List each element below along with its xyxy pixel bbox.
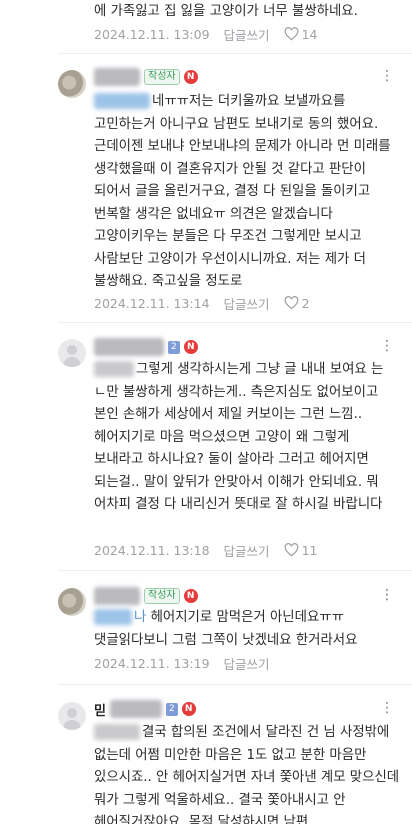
more-options-button[interactable]: ⋮ (380, 700, 395, 716)
redacted-mention (94, 609, 132, 625)
more-options-button[interactable]: ⋮ (380, 68, 395, 84)
comment-text: 네ㅠㅠ저는 더키울까요 보낼까요를 고민하는거 아니구요 남편도 보내기로 동의… (94, 91, 400, 294)
redacted-mention (94, 724, 140, 740)
comment-date: 2024.12.11. 13:14 (94, 295, 210, 311)
reply-button[interactable]: 답글쓰기 (224, 541, 270, 560)
comment-body: 그렇게 생각하시는게 그냥 글 내내 보여요 는 ㄴ만 불쌍하게 생각하는게..… (94, 362, 384, 512)
comment-divider (58, 684, 412, 685)
redacted-mention (94, 93, 150, 109)
comment-author[interactable]: 믿 2 N (94, 698, 196, 720)
new-badge: N (183, 70, 198, 84)
heart-icon (284, 543, 298, 557)
comment-text: 에 가족잃고 집 잃을 고양이가 너무 불쌍하네요. (94, 4, 358, 19)
comment-divider (58, 570, 412, 571)
reply-button[interactable]: 답글쓰기 (224, 294, 270, 313)
more-options-button[interactable]: ⋮ (380, 338, 395, 354)
comment-meta: 2024.12.11. 13:14 답글쓰기 2 (94, 293, 310, 313)
comment-text: 그렇게 생각하시는게 그냥 글 내내 보여요 는 ㄴ만 불쌍하게 생각하는게..… (94, 359, 400, 517)
like-button[interactable]: 14 (284, 26, 318, 42)
comment-meta: 2024.12.11. 13:19 답글쓰기 (94, 653, 284, 673)
comment-date: 2024.12.11. 13:19 (94, 655, 210, 671)
reply-button[interactable]: 답글쓰기 (224, 654, 270, 673)
avatar[interactable] (58, 702, 86, 730)
author-badge: 작성자 (144, 69, 180, 85)
like-count: 14 (301, 26, 318, 42)
redacted-name (94, 338, 164, 356)
avatar[interactable] (58, 339, 86, 367)
level-badge: 2 (168, 340, 180, 354)
like-button[interactable]: 2 (284, 296, 310, 311)
comment-text: 결국 합의된 조건에서 달라진 건 님 사정밖에 없는데 어쩜 미안한 마음은 … (94, 722, 400, 824)
redacted-mention (94, 361, 134, 377)
new-badge: N (181, 702, 196, 716)
comment-date: 2024.12.11. 13:18 (94, 542, 210, 558)
redacted-name (109, 700, 162, 718)
author-badge: 작성자 (144, 588, 180, 604)
comment-body: 네ㅠㅠ저는 더키울까요 보낼까요를 고민하는거 아니구요 남편도 보내기로 동의… (94, 94, 391, 289)
heart-icon (284, 27, 298, 41)
comment-text: 나 헤어지기로 맘먹은거 아닌데요ㅠㅠ 댓글읽다보니 그럼 그쪽이 낫겠네요 한… (94, 607, 400, 652)
comment-date: 2024.12.11. 13:09 (94, 26, 210, 42)
avatar[interactable] (58, 588, 86, 616)
comment-meta: 2024.12.11. 13:09 답글쓰기 14 (94, 24, 317, 44)
comment-name-fragment: 나 (134, 610, 147, 625)
level-badge: 2 (165, 702, 178, 716)
like-button[interactable]: 11 (284, 542, 318, 558)
more-options-button[interactable]: ⋮ (380, 587, 395, 603)
comment-author[interactable]: 작성자 N (94, 66, 198, 88)
comment-divider (58, 53, 412, 54)
comment-body: 결국 합의된 조건에서 달라진 건 님 사정밖에 없는데 어쩜 미안한 마음은 … (94, 725, 400, 824)
new-badge: N (183, 589, 198, 603)
heart-icon (284, 296, 298, 310)
avatar[interactable] (58, 70, 86, 98)
reply-button[interactable]: 답글쓰기 (224, 25, 270, 44)
comment-meta: 2024.12.11. 13:18 답글쓰기 11 (94, 540, 317, 560)
redacted-name (94, 587, 140, 605)
new-badge: N (183, 340, 198, 354)
comment-divider (58, 322, 412, 323)
like-count: 11 (301, 542, 318, 558)
comment-author[interactable]: 작성자 N (94, 585, 198, 607)
comment-author[interactable]: 2 N (94, 336, 198, 358)
like-count: 2 (301, 295, 310, 311)
author-name-fragment: 믿 (94, 703, 106, 719)
redacted-name (94, 68, 140, 86)
